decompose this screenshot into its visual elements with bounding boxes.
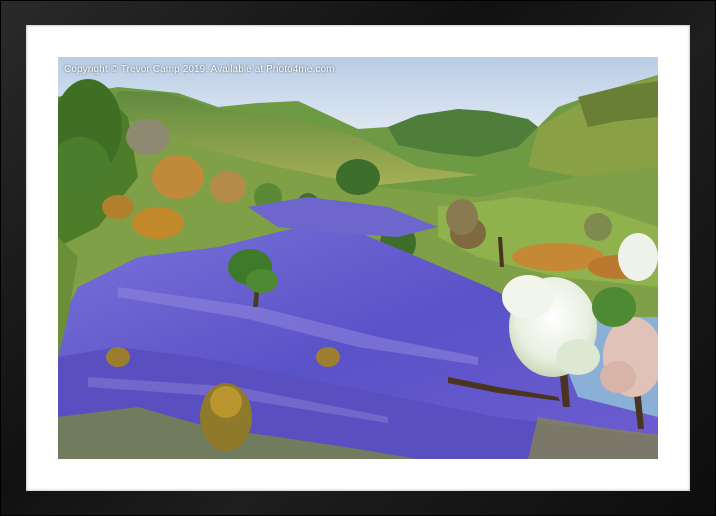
watermark-text: Copyright © Trevor Camp 2019. Available …: [64, 64, 335, 75]
landscape-image: [58, 57, 658, 459]
picture-frame: Copyright © Trevor Camp 2019. Available …: [0, 0, 716, 516]
photograph: Copyright © Trevor Camp 2019. Available …: [58, 57, 658, 459]
mount-board: Copyright © Trevor Camp 2019. Available …: [26, 25, 690, 491]
